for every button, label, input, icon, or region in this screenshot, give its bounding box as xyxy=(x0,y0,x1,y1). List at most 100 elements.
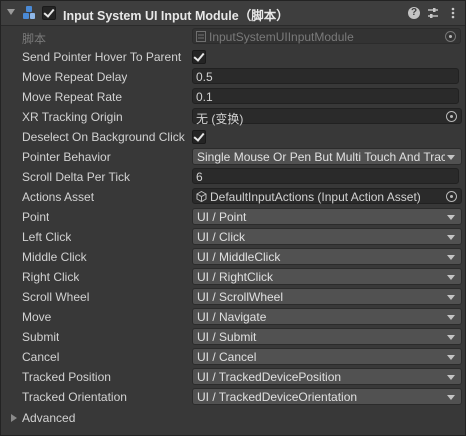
submit-value: UI / Submit xyxy=(197,330,257,344)
deselect-on-background-label: Deselect On Background Click xyxy=(22,130,185,144)
middle-click-dropdown[interactable]: UI / MiddleClick xyxy=(192,248,462,265)
scroll-wheel-value: UI / ScrollWheel xyxy=(197,290,284,304)
tracked-position-label: Tracked Position xyxy=(22,370,111,384)
tracked-position-value: UI / TrackedDevicePosition xyxy=(197,370,342,384)
right-click-label: Right Click xyxy=(22,270,80,284)
move-repeat-delay-input[interactable]: 0.5 xyxy=(192,68,459,84)
actions-asset-label: Actions Asset xyxy=(22,190,95,204)
pointer-behavior-dropdown[interactable]: Single Mouse Or Pen But Multi Touch And … xyxy=(192,148,462,165)
row-scroll-delta: Scroll Delta Per Tick 6 xyxy=(1,167,465,187)
move-value: UI / Navigate xyxy=(197,310,267,324)
script-value: InputSystemUIInputModule xyxy=(209,30,354,44)
submit-label: Submit xyxy=(22,330,60,344)
submit-dropdown[interactable]: UI / Submit xyxy=(192,328,462,345)
scroll-wheel-dropdown[interactable]: UI / ScrollWheel xyxy=(192,288,462,305)
script-icon xyxy=(23,6,35,19)
row-move: Move UI / Navigate xyxy=(1,307,465,327)
foldout-arrow-icon[interactable] xyxy=(7,9,15,15)
preset-icon[interactable] xyxy=(426,6,440,20)
left-click-value: UI / Click xyxy=(197,230,245,244)
right-click-value: UI / RightClick xyxy=(197,270,274,284)
script-label: 脚本 xyxy=(22,32,47,46)
chevron-down-icon xyxy=(447,215,455,220)
component-enabled-checkbox[interactable] xyxy=(42,6,56,20)
row-xr-tracking-origin: XR Tracking Origin 无 (变换) xyxy=(1,107,465,127)
middle-click-value: UI / MiddleClick xyxy=(197,250,281,264)
move-repeat-rate-value: 0.1 xyxy=(196,90,213,104)
chevron-down-icon xyxy=(447,375,455,380)
deselect-on-background-checkbox[interactable] xyxy=(192,130,206,144)
tracked-position-dropdown[interactable]: UI / TrackedDevicePosition xyxy=(192,368,462,385)
scroll-wheel-label: Scroll Wheel xyxy=(22,290,90,304)
advanced-foldout[interactable]: Advanced xyxy=(1,408,465,428)
chevron-down-icon xyxy=(447,395,455,400)
cancel-label: Cancel xyxy=(22,350,60,364)
xr-tracking-origin-label: XR Tracking Origin xyxy=(22,110,123,124)
row-pointer-behavior: Pointer Behavior Single Mouse Or Pen But… xyxy=(1,147,465,167)
pointer-behavior-value: Single Mouse Or Pen But Multi Touch And … xyxy=(197,150,445,164)
row-cancel: Cancel UI / Cancel xyxy=(1,347,465,367)
move-repeat-delay-value: 0.5 xyxy=(196,70,213,84)
chevron-down-icon xyxy=(447,275,455,280)
row-left-click: Left Click UI / Click xyxy=(1,227,465,247)
component-title: Input System UI Input Module（脚本） xyxy=(63,9,289,23)
pointer-behavior-label: Pointer Behavior xyxy=(22,150,111,164)
send-pointer-hover-label: Send Pointer Hover To Parent xyxy=(22,50,182,64)
chevron-down-icon xyxy=(447,315,455,320)
tracked-orientation-dropdown[interactable]: UI / TrackedDeviceOrientation xyxy=(192,388,462,405)
move-dropdown[interactable]: UI / Navigate xyxy=(192,308,462,325)
help-icon[interactable]: ? xyxy=(408,7,420,19)
inspector-component-panel: Input System UI Input Module（脚本） ? 脚本 In… xyxy=(0,0,466,436)
component-header[interactable]: Input System UI Input Module（脚本） ? xyxy=(1,1,465,26)
point-label: Point xyxy=(22,210,50,224)
scroll-delta-label: Scroll Delta Per Tick xyxy=(22,170,131,184)
tracked-orientation-value: UI / TrackedDeviceOrientation xyxy=(197,390,358,404)
row-send-pointer-hover: Send Pointer Hover To Parent xyxy=(1,47,465,67)
chevron-down-icon xyxy=(447,255,455,260)
scroll-delta-input[interactable]: 6 xyxy=(192,168,459,184)
more-options-icon[interactable] xyxy=(446,6,460,20)
move-repeat-rate-input[interactable]: 0.1 xyxy=(192,88,459,104)
send-pointer-hover-checkbox[interactable] xyxy=(192,50,206,64)
chevron-down-icon xyxy=(447,295,455,300)
row-move-repeat-rate: Move Repeat Rate 0.1 xyxy=(1,87,465,107)
object-picker-icon[interactable] xyxy=(446,191,457,202)
row-point: Point UI / Point xyxy=(1,207,465,227)
script-field: InputSystemUIInputModule xyxy=(192,28,461,44)
checkmark-icon xyxy=(193,50,205,62)
chevron-down-icon xyxy=(447,355,455,360)
move-repeat-rate-label: Move Repeat Rate xyxy=(22,90,123,104)
chevron-down-icon xyxy=(447,335,455,340)
scroll-delta-value: 6 xyxy=(196,170,203,184)
middle-click-label: Middle Click xyxy=(22,250,87,264)
actions-asset-value: DefaultInputActions (Input Action Asset) xyxy=(210,190,421,204)
xr-tracking-origin-field[interactable]: 无 (变换) xyxy=(192,108,462,126)
input-action-asset-icon xyxy=(196,191,207,202)
chevron-down-icon xyxy=(447,155,455,160)
row-tracked-orientation: Tracked Orientation UI / TrackedDeviceOr… xyxy=(1,387,465,407)
row-script: 脚本 InputSystemUIInputModule xyxy=(1,27,465,47)
script-file-icon xyxy=(196,31,206,42)
left-click-label: Left Click xyxy=(22,230,72,244)
right-click-dropdown[interactable]: UI / RightClick xyxy=(192,268,462,285)
object-picker-icon[interactable] xyxy=(446,111,457,122)
xr-tracking-origin-value: 无 (变换) xyxy=(196,112,244,126)
move-label: Move xyxy=(22,310,52,324)
checkmark-icon xyxy=(43,6,55,18)
row-scroll-wheel: Scroll Wheel UI / ScrollWheel xyxy=(1,287,465,307)
advanced-label: Advanced xyxy=(22,411,76,425)
point-dropdown[interactable]: UI / Point xyxy=(192,208,462,225)
actions-asset-field[interactable]: DefaultInputActions (Input Action Asset) xyxy=(192,188,462,204)
cancel-dropdown[interactable]: UI / Cancel xyxy=(192,348,462,365)
cancel-value: UI / Cancel xyxy=(197,350,257,364)
point-value: UI / Point xyxy=(197,210,247,224)
checkmark-icon xyxy=(193,130,205,142)
move-repeat-delay-label: Move Repeat Delay xyxy=(22,70,128,84)
object-picker-icon xyxy=(445,31,456,42)
tracked-orientation-label: Tracked Orientation xyxy=(22,390,127,404)
chevron-right-icon xyxy=(11,414,17,422)
left-click-dropdown[interactable]: UI / Click xyxy=(192,228,462,245)
row-middle-click: Middle Click UI / MiddleClick xyxy=(1,247,465,267)
row-submit: Submit UI / Submit xyxy=(1,327,465,347)
row-tracked-position: Tracked Position UI / TrackedDevicePosit… xyxy=(1,367,465,387)
